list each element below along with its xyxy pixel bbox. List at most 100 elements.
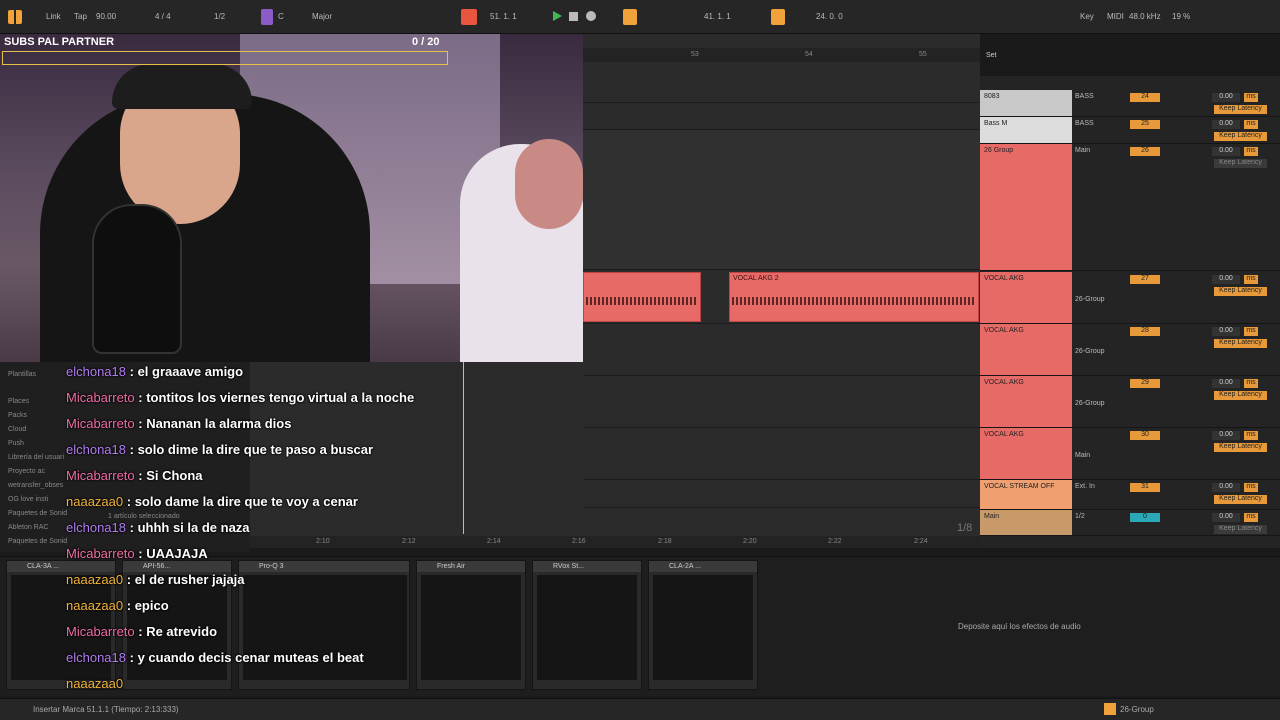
audio-clip[interactable]: VOCAL AKG 2 (729, 272, 979, 322)
draw-mode-icon[interactable] (623, 9, 637, 25)
track-pan[interactable]: 0.00 (1212, 120, 1240, 129)
keep-latency-button[interactable]: Keep Latency (1214, 525, 1267, 534)
track-output-select[interactable]: 26-Group (1075, 296, 1127, 303)
page-indicator: 1/8 (957, 522, 973, 534)
beat-ruler[interactable]: 53 54 55 (583, 48, 980, 62)
track-pan[interactable]: 0.00 (1212, 93, 1240, 102)
track-vocal-stream-off[interactable]: VOCAL STREAM OFF Ext. In 31 0.00 ms Keep… (980, 480, 1280, 510)
track-number[interactable]: 24 (1130, 93, 1160, 102)
track-output-select[interactable]: 26-Group (1075, 400, 1127, 407)
delay-unit[interactable]: ms (1244, 483, 1258, 492)
track-26-group[interactable]: 26 Group Main 26 0.00 ms Keep Latency (980, 144, 1280, 271)
play-icon[interactable] (553, 11, 562, 21)
track-pan[interactable]: 0.00 (1212, 379, 1240, 388)
transport-bar: Link Tap 90.00 4 / 4 1/2 C Major 51. 1. … (0, 0, 1280, 34)
keep-latency-button[interactable]: Keep Latency (1214, 495, 1267, 504)
device-drop-zone[interactable]: Deposite aquí los efectos de audio (958, 622, 1081, 631)
track-vocal-akg-3[interactable]: VOCAL AKG 26-Group 29 0.00 ms Keep Laten… (980, 376, 1280, 428)
keep-latency-button[interactable]: Keep Latency (1214, 339, 1267, 348)
song-position-field[interactable]: 51. 1. 1 (490, 12, 517, 21)
status-bar: Insertar Marca 51.1.1 (Tiempo: 2:13:333)… (0, 698, 1280, 720)
track-number[interactable]: 31 (1130, 483, 1160, 492)
chat-message: naaazaa0 : epico (66, 598, 169, 613)
delay-unit[interactable]: ms (1244, 513, 1258, 522)
scale-icon[interactable] (261, 9, 273, 25)
track-pan[interactable]: 0.00 (1212, 483, 1240, 492)
warning-icon[interactable] (1104, 703, 1116, 715)
track-lane[interactable] (583, 428, 980, 480)
delay-unit[interactable]: ms (1244, 120, 1258, 129)
track-pan[interactable]: 0.00 (1212, 275, 1240, 284)
track-name: VOCAL AKG (984, 275, 1024, 282)
track-lane[interactable] (583, 103, 980, 130)
track-name: VOCAL AKG (984, 379, 1024, 386)
view-toggle-icon[interactable] (8, 10, 22, 24)
audio-clip[interactable] (583, 272, 701, 322)
stop-icon[interactable] (569, 12, 578, 21)
track-bass-m[interactable]: Bass M BASS 25 0.00 ms Keep Latency (980, 117, 1280, 144)
track-pan[interactable]: 0.00 (1212, 431, 1240, 440)
track-8083[interactable]: 8083 BASS 24 0.00 ms Keep Latency (980, 90, 1280, 117)
track-lane[interactable] (583, 376, 980, 428)
key-map-button[interactable]: Key (1080, 12, 1094, 21)
chat-message: naaazaa0 : solo dame la dire que te voy … (66, 494, 358, 509)
track-number[interactable]: 27 (1130, 275, 1160, 284)
delay-unit[interactable]: ms (1244, 147, 1258, 156)
time-signature-field[interactable]: 4 / 4 (155, 12, 171, 21)
midi-map-button[interactable]: MIDI (1107, 12, 1124, 21)
track-lane[interactable] (583, 76, 980, 103)
track-vocal-akg-1[interactable]: VOCAL AKG 26-Group 27 0.00 ms Keep Laten… (980, 272, 1280, 324)
quantize-select[interactable]: 1/2 (214, 12, 225, 21)
track-vocal-akg-4[interactable]: VOCAL AKG Main 30 0.00 ms Keep Latency (980, 428, 1280, 480)
track-number[interactable]: 28 (1130, 327, 1160, 336)
track-lane[interactable] (583, 480, 980, 508)
track-pan[interactable]: 0.00 (1212, 513, 1240, 522)
set-button[interactable]: Set (986, 52, 997, 59)
loop-length-field[interactable]: 24. 0. 0 (816, 12, 843, 21)
keep-latency-button[interactable]: Keep Latency (1214, 159, 1267, 168)
track-lane[interactable]: VOCAL AKG 2 (583, 272, 980, 324)
chat-message: naaazaa0 (66, 676, 124, 691)
track-lane[interactable] (583, 324, 980, 376)
delay-unit[interactable]: ms (1244, 431, 1258, 440)
loop-switch-icon[interactable] (771, 9, 785, 25)
track-output-select[interactable]: Main (1075, 147, 1127, 154)
track-number[interactable]: 29 (1130, 379, 1160, 388)
track-output-select[interactable]: Main (1075, 452, 1127, 459)
delay-unit[interactable]: ms (1244, 327, 1258, 336)
track-output-select[interactable]: 26-Group (1075, 348, 1127, 355)
track-pan[interactable]: 0.00 (1212, 147, 1240, 156)
device-cla-2a[interactable]: CLA-2A ... (648, 560, 758, 690)
delay-unit[interactable]: ms (1244, 275, 1258, 284)
keep-latency-button[interactable]: Keep Latency (1214, 443, 1267, 452)
link-button[interactable]: Link (46, 12, 61, 21)
keep-latency-button[interactable]: Keep Latency (1214, 105, 1267, 114)
tap-button[interactable]: Tap (74, 12, 87, 21)
track-lane[interactable] (583, 130, 980, 270)
scale-key-select[interactable]: C (278, 12, 284, 21)
keep-latency-button[interactable]: Keep Latency (1214, 287, 1267, 296)
selected-track-label: 26-Group (1120, 705, 1154, 714)
track-number[interactable]: 30 (1130, 431, 1160, 440)
delay-unit[interactable]: ms (1244, 93, 1258, 102)
keep-latency-button[interactable]: Keep Latency (1214, 132, 1267, 141)
loop-start-field[interactable]: 41. 1. 1 (704, 12, 731, 21)
arrangement-record-button[interactable] (461, 9, 477, 25)
tempo-field[interactable]: 90.00 (96, 12, 116, 21)
delay-unit[interactable]: ms (1244, 379, 1258, 388)
record-icon[interactable] (586, 11, 596, 21)
track-output-select[interactable]: BASS (1075, 93, 1127, 100)
track-number[interactable]: 26 (1130, 147, 1160, 156)
track-pan[interactable]: 0.00 (1212, 327, 1240, 336)
arrangement-view[interactable]: 53 54 55 Set VOCAL AKG 2 1/8 (583, 34, 997, 548)
keep-latency-button[interactable]: Keep Latency (1214, 391, 1267, 400)
track-output-select[interactable]: BASS (1075, 120, 1127, 127)
track-output-select[interactable]: 1/2 (1075, 513, 1127, 520)
track-number[interactable]: 25 (1130, 120, 1160, 129)
scale-mode-select[interactable]: Major (312, 12, 332, 21)
track-vocal-akg-2[interactable]: VOCAL AKG 26-Group 28 0.00 ms Keep Laten… (980, 324, 1280, 376)
track-name: VOCAL AKG (984, 431, 1024, 438)
track-number[interactable]: 0 (1130, 513, 1160, 522)
track-input-select[interactable]: Ext. In (1075, 483, 1127, 490)
track-main[interactable]: Main 1/2 0 0.00 ms Keep Latency (980, 510, 1280, 536)
